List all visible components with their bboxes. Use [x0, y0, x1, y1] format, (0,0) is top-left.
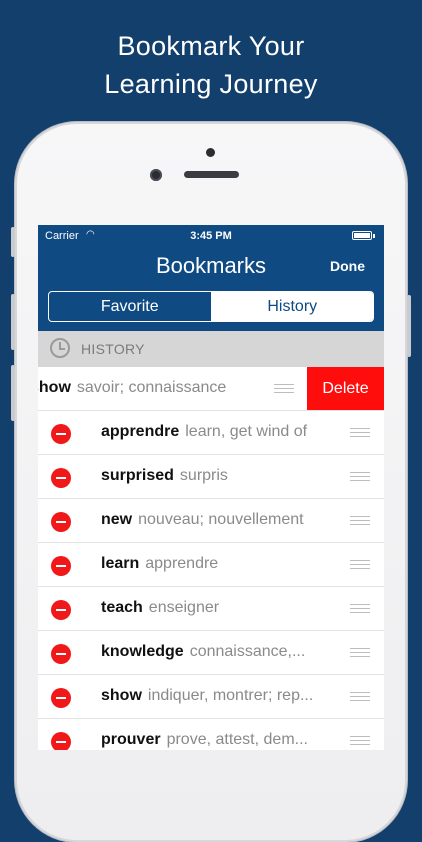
row-word: teach: [101, 599, 143, 616]
row-word: knowledge: [101, 643, 184, 660]
reorder-handle-icon[interactable]: [350, 648, 370, 658]
reorder-handle-icon[interactable]: [274, 384, 294, 394]
reorder-handle-icon[interactable]: [350, 516, 370, 526]
delete-circle-icon[interactable]: [51, 600, 71, 620]
delete-circle-icon[interactable]: [51, 468, 71, 488]
reorder-handle-icon[interactable]: [350, 428, 370, 438]
earpiece-speaker: [184, 171, 239, 178]
delete-circle-icon[interactable]: [51, 732, 71, 750]
row-text: learn apprendre: [101, 555, 341, 573]
row-text: knowledge connaissance,...: [101, 643, 341, 661]
headline-line-2: Learning Journey: [104, 69, 318, 99]
list-item[interactable]: teach enseigner: [38, 587, 384, 631]
mute-switch: [11, 227, 15, 257]
segment-history[interactable]: History: [211, 292, 373, 321]
row-word: prouver: [101, 731, 161, 748]
delete-button[interactable]: Delete: [307, 367, 384, 410]
row-meaning: learn, get wind of: [185, 423, 308, 440]
front-camera: [150, 169, 162, 181]
status-bar: Carrier ◠ 3:45 PM: [38, 225, 384, 247]
row-text: new nouveau; nouvellement: [101, 511, 341, 529]
row-text: apprendre learn, get wind of: [101, 423, 341, 441]
segment-favorite[interactable]: Favorite: [49, 292, 212, 321]
headline-line-1: Bookmark Your: [117, 31, 305, 61]
row-word: show: [101, 687, 142, 704]
delete-circle-icon[interactable]: [51, 556, 71, 576]
row-meaning: enseigner: [148, 599, 220, 616]
delete-circle-icon[interactable]: [51, 644, 71, 664]
section-header-history: HISTORY: [38, 331, 384, 367]
delete-circle-icon[interactable]: [51, 424, 71, 444]
row-word: apprendre: [101, 423, 180, 440]
row-word: new: [101, 511, 133, 528]
row-text: show indiquer, montrer; rep...: [101, 687, 341, 705]
row-meaning: connaissance,...: [189, 643, 306, 660]
row-word: surprised: [101, 467, 174, 484]
delete-circle-icon[interactable]: [51, 512, 71, 532]
list-item[interactable]: prouver prove, attest, dem...: [38, 719, 384, 750]
volume-up-button: [11, 294, 15, 350]
row-text: prouver prove, attest, dem...: [101, 731, 341, 749]
segmented-control: Favorite History: [48, 291, 374, 322]
section-label: HISTORY: [81, 341, 145, 357]
list-item[interactable]: surprised surpris: [38, 455, 384, 499]
reorder-handle-icon[interactable]: [350, 472, 370, 482]
row-meaning: surpris: [179, 467, 228, 484]
row-meaning: apprendre: [145, 555, 219, 572]
reorder-handle-icon[interactable]: [350, 560, 370, 570]
reorder-handle-icon[interactable]: [350, 692, 370, 702]
list-item[interactable]: show indiquer, montrer; rep...: [38, 675, 384, 719]
row-meaning: savoir; connaissance: [76, 379, 227, 396]
row-word: show: [38, 379, 71, 396]
list-item-swiped[interactable]: show savoir; connaissance Delete: [38, 367, 384, 411]
row-word: learn: [101, 555, 140, 572]
row-text: teach enseigner: [101, 599, 341, 617]
list-item[interactable]: new nouveau; nouvellement: [38, 499, 384, 543]
volume-down-button: [11, 365, 15, 421]
row-meaning: indiquer, montrer; rep...: [147, 687, 314, 704]
list-item[interactable]: knowledge connaissance,...: [38, 631, 384, 675]
list-item[interactable]: apprendre learn, get wind of: [38, 411, 384, 455]
row-meaning: nouveau; nouvellement: [138, 511, 304, 528]
phone-screen: Carrier ◠ 3:45 PM Bookmarks Done Favorit…: [38, 225, 384, 750]
clock-icon: [50, 338, 70, 358]
reorder-handle-icon[interactable]: [350, 604, 370, 614]
list-item[interactable]: learn apprendre: [38, 543, 384, 587]
status-time: 3:45 PM: [190, 230, 232, 242]
reorder-handle-icon[interactable]: [350, 736, 370, 746]
power-button: [407, 295, 411, 357]
proximity-sensor: [206, 148, 215, 157]
row-meaning: prove, attest, dem...: [166, 731, 308, 748]
row-text: surprised surpris: [101, 467, 341, 485]
delete-circle-icon[interactable]: [51, 688, 71, 708]
navigation-bar: Carrier ◠ 3:45 PM Bookmarks Done Favorit…: [38, 225, 384, 331]
done-button[interactable]: Done: [330, 258, 365, 274]
row-text: show savoir; connaissance: [38, 379, 260, 397]
battery-icon: [352, 231, 375, 240]
